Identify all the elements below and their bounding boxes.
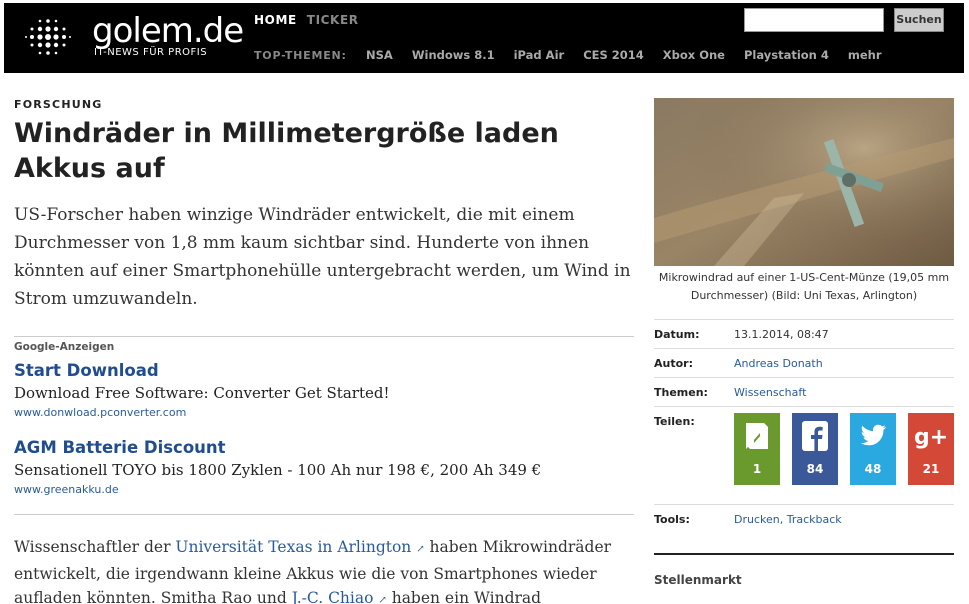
meta-date-row: Datum: 13.1.2014, 08:47 xyxy=(654,319,954,348)
ad-url-link[interactable]: www.greenakku.de xyxy=(14,481,634,499)
meta-tools-row: Tools: Drucken, Trackback xyxy=(654,504,954,536)
body-link-university[interactable]: Universität Texas in Arlington xyxy=(175,538,411,556)
article-photo[interactable] xyxy=(654,98,954,266)
photo-caption: Mikrowindrad auf einer 1-US-Cent-Münze (… xyxy=(658,271,950,302)
ad-title-link[interactable]: Start Download xyxy=(14,360,634,382)
share-button-twitter[interactable]: 48 xyxy=(850,413,896,485)
share-count: 84 xyxy=(806,462,824,476)
topthemen-label: TOP-THEMEN: xyxy=(254,49,347,62)
meta-date-label: Datum: xyxy=(654,328,700,341)
share-icon xyxy=(746,423,768,449)
ad-item: Start Download Download Free Software: C… xyxy=(14,360,634,422)
divider xyxy=(14,336,634,337)
meta-topics-row: Themen: Wissenschaft xyxy=(654,377,954,406)
divider xyxy=(14,514,634,515)
meta-author-label: Autor: xyxy=(654,357,693,370)
article-kicker: FORSCHUNG xyxy=(14,98,103,111)
body-link-chiao[interactable]: J.-C. Chiao xyxy=(292,589,374,604)
ad-text: Sensationell TOYO bis 1800 Zyklen - 100 … xyxy=(14,461,542,479)
ad-item: AGM Batterie Discount Sensationell TOYO … xyxy=(14,437,634,499)
article-body: Wissenschaftler der Universität Texas in… xyxy=(14,535,634,604)
main-nav: HOME TICKER xyxy=(254,13,359,27)
stellenmarkt-heading: Stellenmarkt xyxy=(654,573,742,587)
share-button-googleplus[interactable]: g+ 21 xyxy=(908,413,954,485)
body-text: haben ein Windrad xyxy=(386,589,542,604)
topic-nsa[interactable]: NSA xyxy=(366,48,393,62)
topic-ipad-air[interactable]: iPad Air xyxy=(514,48,565,62)
external-link-icon: ↗ xyxy=(378,595,387,604)
ad-title-link[interactable]: AGM Batterie Discount xyxy=(14,437,634,459)
topic-xbox-one[interactable]: Xbox One xyxy=(663,48,725,62)
share-count: 48 xyxy=(864,462,882,476)
meta-date-value: 13.1.2014, 08:47 xyxy=(734,328,829,341)
meta-topics-label: Themen: xyxy=(654,386,708,399)
share-count: 21 xyxy=(922,462,940,476)
site-tagline: IT-NEWS FÜR PROFIS xyxy=(94,47,208,58)
search-input[interactable] xyxy=(744,8,884,32)
share-button-other[interactable]: 1 xyxy=(734,413,780,485)
site-logo-text[interactable]: golem.de xyxy=(92,13,244,49)
divider xyxy=(654,553,954,555)
topthemen-nav: NSA Windows 8.1 iPad Air CES 2014 Xbox O… xyxy=(366,48,901,62)
external-link-icon: ↗ xyxy=(416,544,425,555)
share-count: 1 xyxy=(752,462,762,476)
meta-topics-link[interactable]: Wissenschaft xyxy=(734,386,806,399)
ad-text: Download Free Software: Converter Get St… xyxy=(14,384,390,402)
twitter-icon xyxy=(860,424,886,446)
golem-logo-icon[interactable] xyxy=(24,15,72,59)
ad-url-link[interactable]: www.donwload.pconverter.com xyxy=(14,404,634,422)
topic-more[interactable]: mehr xyxy=(848,48,882,62)
nav-ticker[interactable]: TICKER xyxy=(307,13,359,27)
search-button[interactable]: Suchen xyxy=(894,8,944,32)
meta-tools-label: Tools: xyxy=(654,513,690,526)
meta-author-link[interactable]: Andreas Donath xyxy=(734,357,823,370)
nav-home[interactable]: HOME xyxy=(254,13,297,27)
meta-tools-links[interactable]: Drucken, Trackback xyxy=(734,513,842,526)
topic-playstation[interactable]: Playstation 4 xyxy=(744,48,829,62)
topic-windows[interactable]: Windows 8.1 xyxy=(412,48,495,62)
body-text: Wissenschaftler der xyxy=(14,538,176,556)
svg-text:g+: g+ xyxy=(914,425,948,450)
google-plus-icon: g+ xyxy=(914,425,948,450)
share-button-facebook[interactable]: 84 xyxy=(792,413,838,485)
article-lead: US-Forscher haben winzige Windräder entw… xyxy=(14,205,631,309)
facebook-icon xyxy=(802,421,828,451)
topic-ces[interactable]: CES 2014 xyxy=(583,48,644,62)
site-header: golem.de IT-NEWS FÜR PROFIS HOME TICKER … xyxy=(4,3,964,73)
meta-author-row: Autor: Andreas Donath xyxy=(654,348,954,377)
article-title: Windräder in Millimetergröße laden Akkus… xyxy=(14,118,559,184)
ads-label: Google-Anzeigen xyxy=(14,341,115,353)
meta-share-label: Teilen: xyxy=(654,415,695,428)
